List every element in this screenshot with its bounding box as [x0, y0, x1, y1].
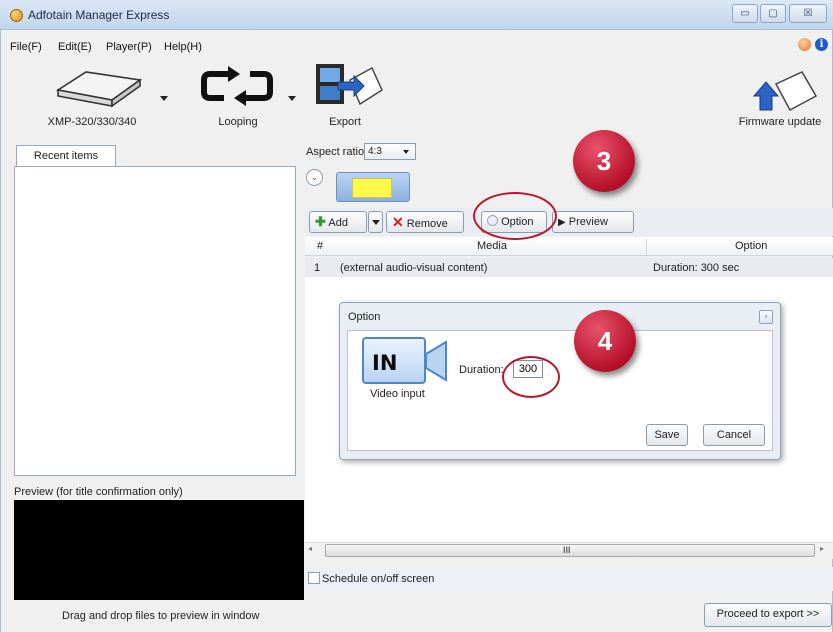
- column-divider: [646, 239, 647, 255]
- proceed-to-export-button[interactable]: Proceed to export >>: [704, 603, 832, 627]
- firmware-update-icon[interactable]: [752, 70, 818, 114]
- dialog-close-button[interactable]: ▫: [759, 310, 773, 324]
- looping-label: Looping: [218, 116, 258, 128]
- aspect-ratio-select[interactable]: 4:3: [364, 143, 416, 160]
- window-title: Adfotain Manager Express: [28, 8, 170, 22]
- camera-lens-icon: [425, 340, 447, 382]
- close-button[interactable]: ☒: [789, 4, 827, 23]
- menu-player[interactable]: Player(P): [106, 41, 152, 53]
- scroll-left-arrow[interactable]: ◂: [308, 544, 312, 553]
- add-button-label: Add: [328, 217, 348, 229]
- cancel-button[interactable]: Cancel: [703, 424, 765, 446]
- scroll-right-arrow[interactable]: ▸: [820, 544, 824, 553]
- row-option: Duration: 300 sec: [653, 262, 740, 274]
- export-label: Export: [329, 116, 361, 128]
- row-media: (external audio-visual content): [340, 262, 488, 274]
- column-media[interactable]: Media: [456, 240, 528, 252]
- menu-help[interactable]: Help(H): [164, 41, 202, 53]
- schedule-checkbox[interactable]: [308, 572, 320, 584]
- remove-button-label: Remove: [406, 218, 448, 230]
- schedule-label: Schedule on/off screen: [322, 573, 435, 585]
- preview-button-label: Preview: [568, 216, 608, 228]
- remove-button[interactable]: ✕ Remove: [386, 211, 464, 233]
- preview-label: Preview (for title confirmation only): [14, 486, 183, 498]
- play-icon: ▶: [558, 217, 566, 228]
- remove-x-icon: ✕: [392, 214, 404, 230]
- looping-dropdown-arrow[interactable]: [288, 96, 296, 101]
- highlight-ring-option: [473, 192, 557, 240]
- save-button[interactable]: Save: [646, 424, 688, 446]
- aspect-ratio-value: 4:3: [368, 146, 382, 157]
- player-label: XMP-320/330/340: [47, 116, 137, 128]
- export-icon[interactable]: [314, 62, 386, 110]
- chevron-down-icon: [372, 220, 380, 225]
- recent-items-tab[interactable]: Recent items: [16, 145, 116, 167]
- step-3-badge: 3: [573, 130, 635, 192]
- video-input-caption: Video input: [370, 388, 425, 400]
- video-input-icon-text: IN: [372, 351, 398, 375]
- looping-icon[interactable]: [200, 66, 274, 106]
- help-icon[interactable]: [798, 38, 811, 51]
- minimize-button[interactable]: ▭: [732, 4, 758, 23]
- preview-window[interactable]: [14, 500, 304, 600]
- menu-edit[interactable]: Edit(E): [58, 41, 92, 53]
- plus-icon: ✚: [315, 214, 326, 229]
- duration-label: Duration:: [459, 364, 504, 376]
- player-device-icon[interactable]: [52, 64, 144, 108]
- add-dropdown-button[interactable]: [368, 211, 383, 233]
- info-icon[interactable]: i: [815, 38, 828, 51]
- add-button[interactable]: ✚ Add: [309, 211, 367, 233]
- column-option[interactable]: Option: [735, 240, 767, 252]
- highlight-ring-duration: [502, 356, 560, 398]
- scroll-grip: III: [563, 545, 571, 555]
- drag-drop-hint: Drag and drop files to preview in window: [62, 610, 260, 622]
- preview-button[interactable]: ▶ Preview: [552, 211, 634, 233]
- step-4-badge: 4: [574, 310, 636, 372]
- thumbnail-yellow: [352, 178, 392, 198]
- row-index: 1: [314, 262, 321, 274]
- firmware-update-label: Firmware update: [738, 116, 822, 128]
- maximize-button[interactable]: ▢: [760, 4, 786, 23]
- menu-file[interactable]: File(F): [10, 41, 42, 53]
- column-index[interactable]: #: [317, 240, 323, 252]
- chevron-down-icon: [403, 150, 409, 154]
- aspect-ratio-label: Aspect ratio: [306, 146, 365, 158]
- app-icon: [10, 9, 23, 22]
- dialog-title: Option: [348, 311, 381, 323]
- recent-items-list[interactable]: [14, 166, 296, 476]
- player-dropdown-arrow[interactable]: [160, 96, 168, 101]
- collapse-button[interactable]: ⌄: [306, 169, 323, 186]
